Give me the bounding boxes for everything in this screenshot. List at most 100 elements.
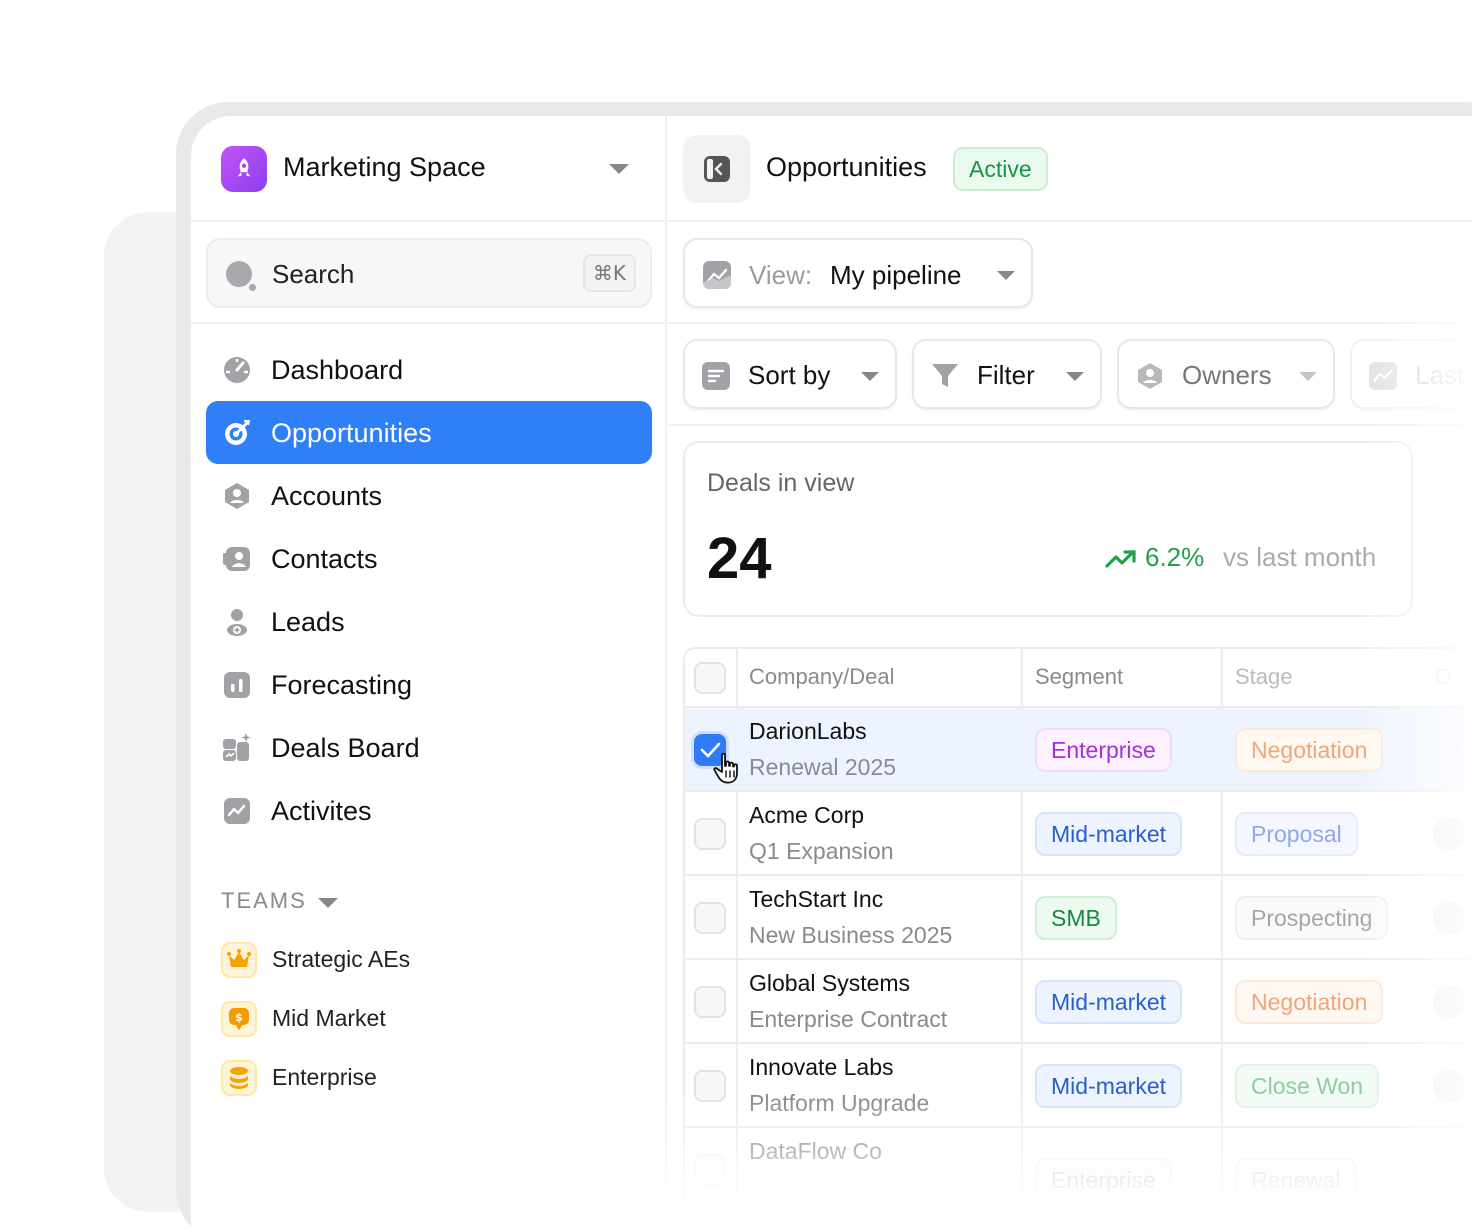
sidebar-item-contacts[interactable]: Contacts bbox=[206, 527, 652, 590]
sort-button[interactable]: Sort by bbox=[683, 339, 897, 409]
view-value: My pipeline bbox=[830, 260, 962, 290]
table-row[interactable]: DataFlow Co Enterprise Renewal bbox=[685, 1128, 1472, 1212]
last-activity-button[interactable]: Last bbox=[1350, 339, 1472, 409]
svg-text:$: $ bbox=[235, 1011, 243, 1024]
row-checkbox[interactable] bbox=[694, 902, 726, 934]
segment-badge: SMB bbox=[1035, 896, 1117, 940]
team-label: Strategic AEs bbox=[272, 946, 411, 972]
company-name[interactable]: Global Systems bbox=[749, 970, 910, 997]
company-name[interactable]: Innovate Labs bbox=[749, 1054, 894, 1081]
sidebar-item-label: Opportunities bbox=[271, 418, 432, 448]
view-selector[interactable]: View: My pipeline bbox=[683, 238, 1033, 308]
column-header-stage[interactable]: Stage bbox=[1235, 664, 1293, 690]
sidebar-item-forecasting[interactable]: Forecasting bbox=[206, 653, 652, 716]
kpi-label: Deals in view bbox=[707, 469, 855, 497]
search-icon bbox=[226, 261, 256, 291]
sidebar-item-leads[interactable]: Leads bbox=[206, 590, 652, 653]
divider bbox=[191, 322, 667, 324]
page-title: Opportunities bbox=[766, 152, 927, 182]
table-row[interactable]: DarionLabs Renewal 2025 Enterprise Negot… bbox=[685, 708, 1472, 792]
sidebar-item-label: Deals Board bbox=[271, 733, 420, 763]
sidebar-item-accounts[interactable]: Accounts bbox=[206, 464, 652, 527]
row-checkbox[interactable] bbox=[694, 1070, 726, 1102]
sidebar-nav: Dashboard Opportunities Accounts Contact… bbox=[206, 338, 652, 842]
owner-initial: S bbox=[1445, 736, 1460, 761]
stage-badge: Negotiation bbox=[1235, 728, 1384, 772]
activity-icon bbox=[1369, 362, 1397, 390]
database-icon bbox=[221, 1060, 257, 1096]
main-panel: Opportunities Active View: My pipeline S… bbox=[668, 116, 1472, 1228]
company-name[interactable]: TechStart Inc bbox=[749, 886, 883, 913]
select-all-checkbox[interactable] bbox=[694, 662, 726, 694]
sidebar-item-label: Activites bbox=[271, 796, 372, 826]
sidebar-collapse-icon bbox=[704, 156, 730, 182]
column-header-segment[interactable]: Segment bbox=[1035, 664, 1123, 690]
row-checkbox[interactable] bbox=[694, 818, 726, 850]
last-label: Last bbox=[1415, 360, 1465, 390]
dollar-bubble-icon: $ bbox=[221, 1001, 257, 1037]
team-item-enterprise[interactable]: Enterprise bbox=[221, 1058, 641, 1098]
row-checkbox[interactable] bbox=[694, 986, 726, 1018]
sidebar-item-deals-board[interactable]: Deals Board bbox=[206, 716, 652, 779]
deal-name: Renewal 2025 bbox=[749, 754, 897, 780]
collapse-sidebar-button[interactable] bbox=[683, 135, 751, 203]
filter-button[interactable]: Filter bbox=[912, 339, 1102, 409]
team-item-strategic-aes[interactable]: Strategic AEs bbox=[221, 940, 641, 980]
chevron-down-icon[interactable] bbox=[318, 898, 338, 908]
gauge-icon bbox=[224, 357, 250, 383]
search-input[interactable]: Search ⌘K bbox=[206, 238, 652, 308]
sort-icon bbox=[702, 362, 730, 390]
company-name[interactable]: Acme Corp bbox=[749, 802, 864, 829]
team-item-mid-market[interactable]: $ Mid Market bbox=[221, 999, 641, 1039]
owner-avatar bbox=[1433, 902, 1465, 934]
sidebar-item-opportunities[interactable]: Opportunities bbox=[206, 401, 652, 464]
sidebar-item-activites[interactable]: Activites bbox=[206, 779, 652, 842]
hand-cursor-icon bbox=[713, 752, 738, 784]
company-name[interactable]: DarionLabs bbox=[749, 718, 867, 745]
divider bbox=[668, 424, 1472, 426]
deal-name: Platform Upgrade bbox=[749, 1090, 930, 1116]
teams-header[interactable]: TEAMS bbox=[221, 888, 307, 914]
table-row[interactable]: Global Systems Enterprise Contract Mid-m… bbox=[685, 960, 1472, 1044]
sidebar-item-label: Contacts bbox=[271, 544, 378, 574]
sidebar-item-label: Forecasting bbox=[271, 670, 413, 700]
table-header: Company/Deal Segment Stage O bbox=[685, 649, 1472, 708]
app-window: Marketing Space Search ⌘K Dashboard Oppo… bbox=[191, 116, 1472, 1228]
table-row[interactable]: Innovate Labs Platform Upgrade Mid-marke… bbox=[685, 1044, 1472, 1128]
team-label: Enterprise bbox=[272, 1064, 377, 1090]
deal-name: Q1 Expansion bbox=[749, 838, 894, 864]
kpi-compare: vs last month bbox=[1223, 542, 1377, 572]
team-label: Mid Market bbox=[272, 1005, 386, 1031]
column-header-company[interactable]: Company/Deal bbox=[749, 664, 895, 690]
person-add-icon bbox=[227, 609, 247, 636]
chevron-down-icon bbox=[1299, 372, 1317, 381]
stage-badge: Renewal bbox=[1235, 1158, 1357, 1202]
sidebar-item-label: Leads bbox=[271, 607, 345, 637]
workspace-name: Marketing Space bbox=[283, 152, 486, 182]
company-name[interactable]: DataFlow Co bbox=[749, 1138, 882, 1165]
stage-badge: Close Won bbox=[1235, 1064, 1380, 1108]
trend-up-icon bbox=[1105, 550, 1136, 568]
sidebar-item-dashboard[interactable]: Dashboard bbox=[206, 338, 652, 401]
filter-icon bbox=[932, 364, 958, 387]
chart-view-icon bbox=[703, 261, 731, 289]
workspace-switcher[interactable]: Marketing Space bbox=[191, 116, 667, 222]
stage-badge: Prospecting bbox=[1235, 896, 1389, 940]
sidebar: Marketing Space Search ⌘K Dashboard Oppo… bbox=[191, 116, 667, 1228]
stage-badge: Proposal bbox=[1235, 812, 1358, 856]
contact-card-icon bbox=[223, 547, 250, 571]
search-label: Search bbox=[272, 259, 355, 289]
owners-button[interactable]: Owners bbox=[1117, 339, 1335, 409]
kpi-value: 24 bbox=[707, 526, 772, 591]
filter-label: Filter bbox=[977, 360, 1035, 390]
sort-label: Sort by bbox=[748, 360, 831, 390]
bar-chart-icon bbox=[224, 672, 250, 698]
deal-name: Enterprise Contract bbox=[749, 1006, 948, 1032]
chevron-down-icon bbox=[861, 372, 879, 381]
row-checkbox[interactable] bbox=[694, 1154, 726, 1186]
table-row[interactable]: TechStart Inc New Business 2025 SMB Pros… bbox=[685, 876, 1472, 960]
column-header-owner[interactable]: O bbox=[1435, 664, 1452, 690]
table-row[interactable]: Acme Corp Q1 Expansion Mid-market Propos… bbox=[685, 792, 1472, 876]
owners-label: Owners bbox=[1182, 360, 1272, 390]
target-icon bbox=[225, 420, 251, 445]
